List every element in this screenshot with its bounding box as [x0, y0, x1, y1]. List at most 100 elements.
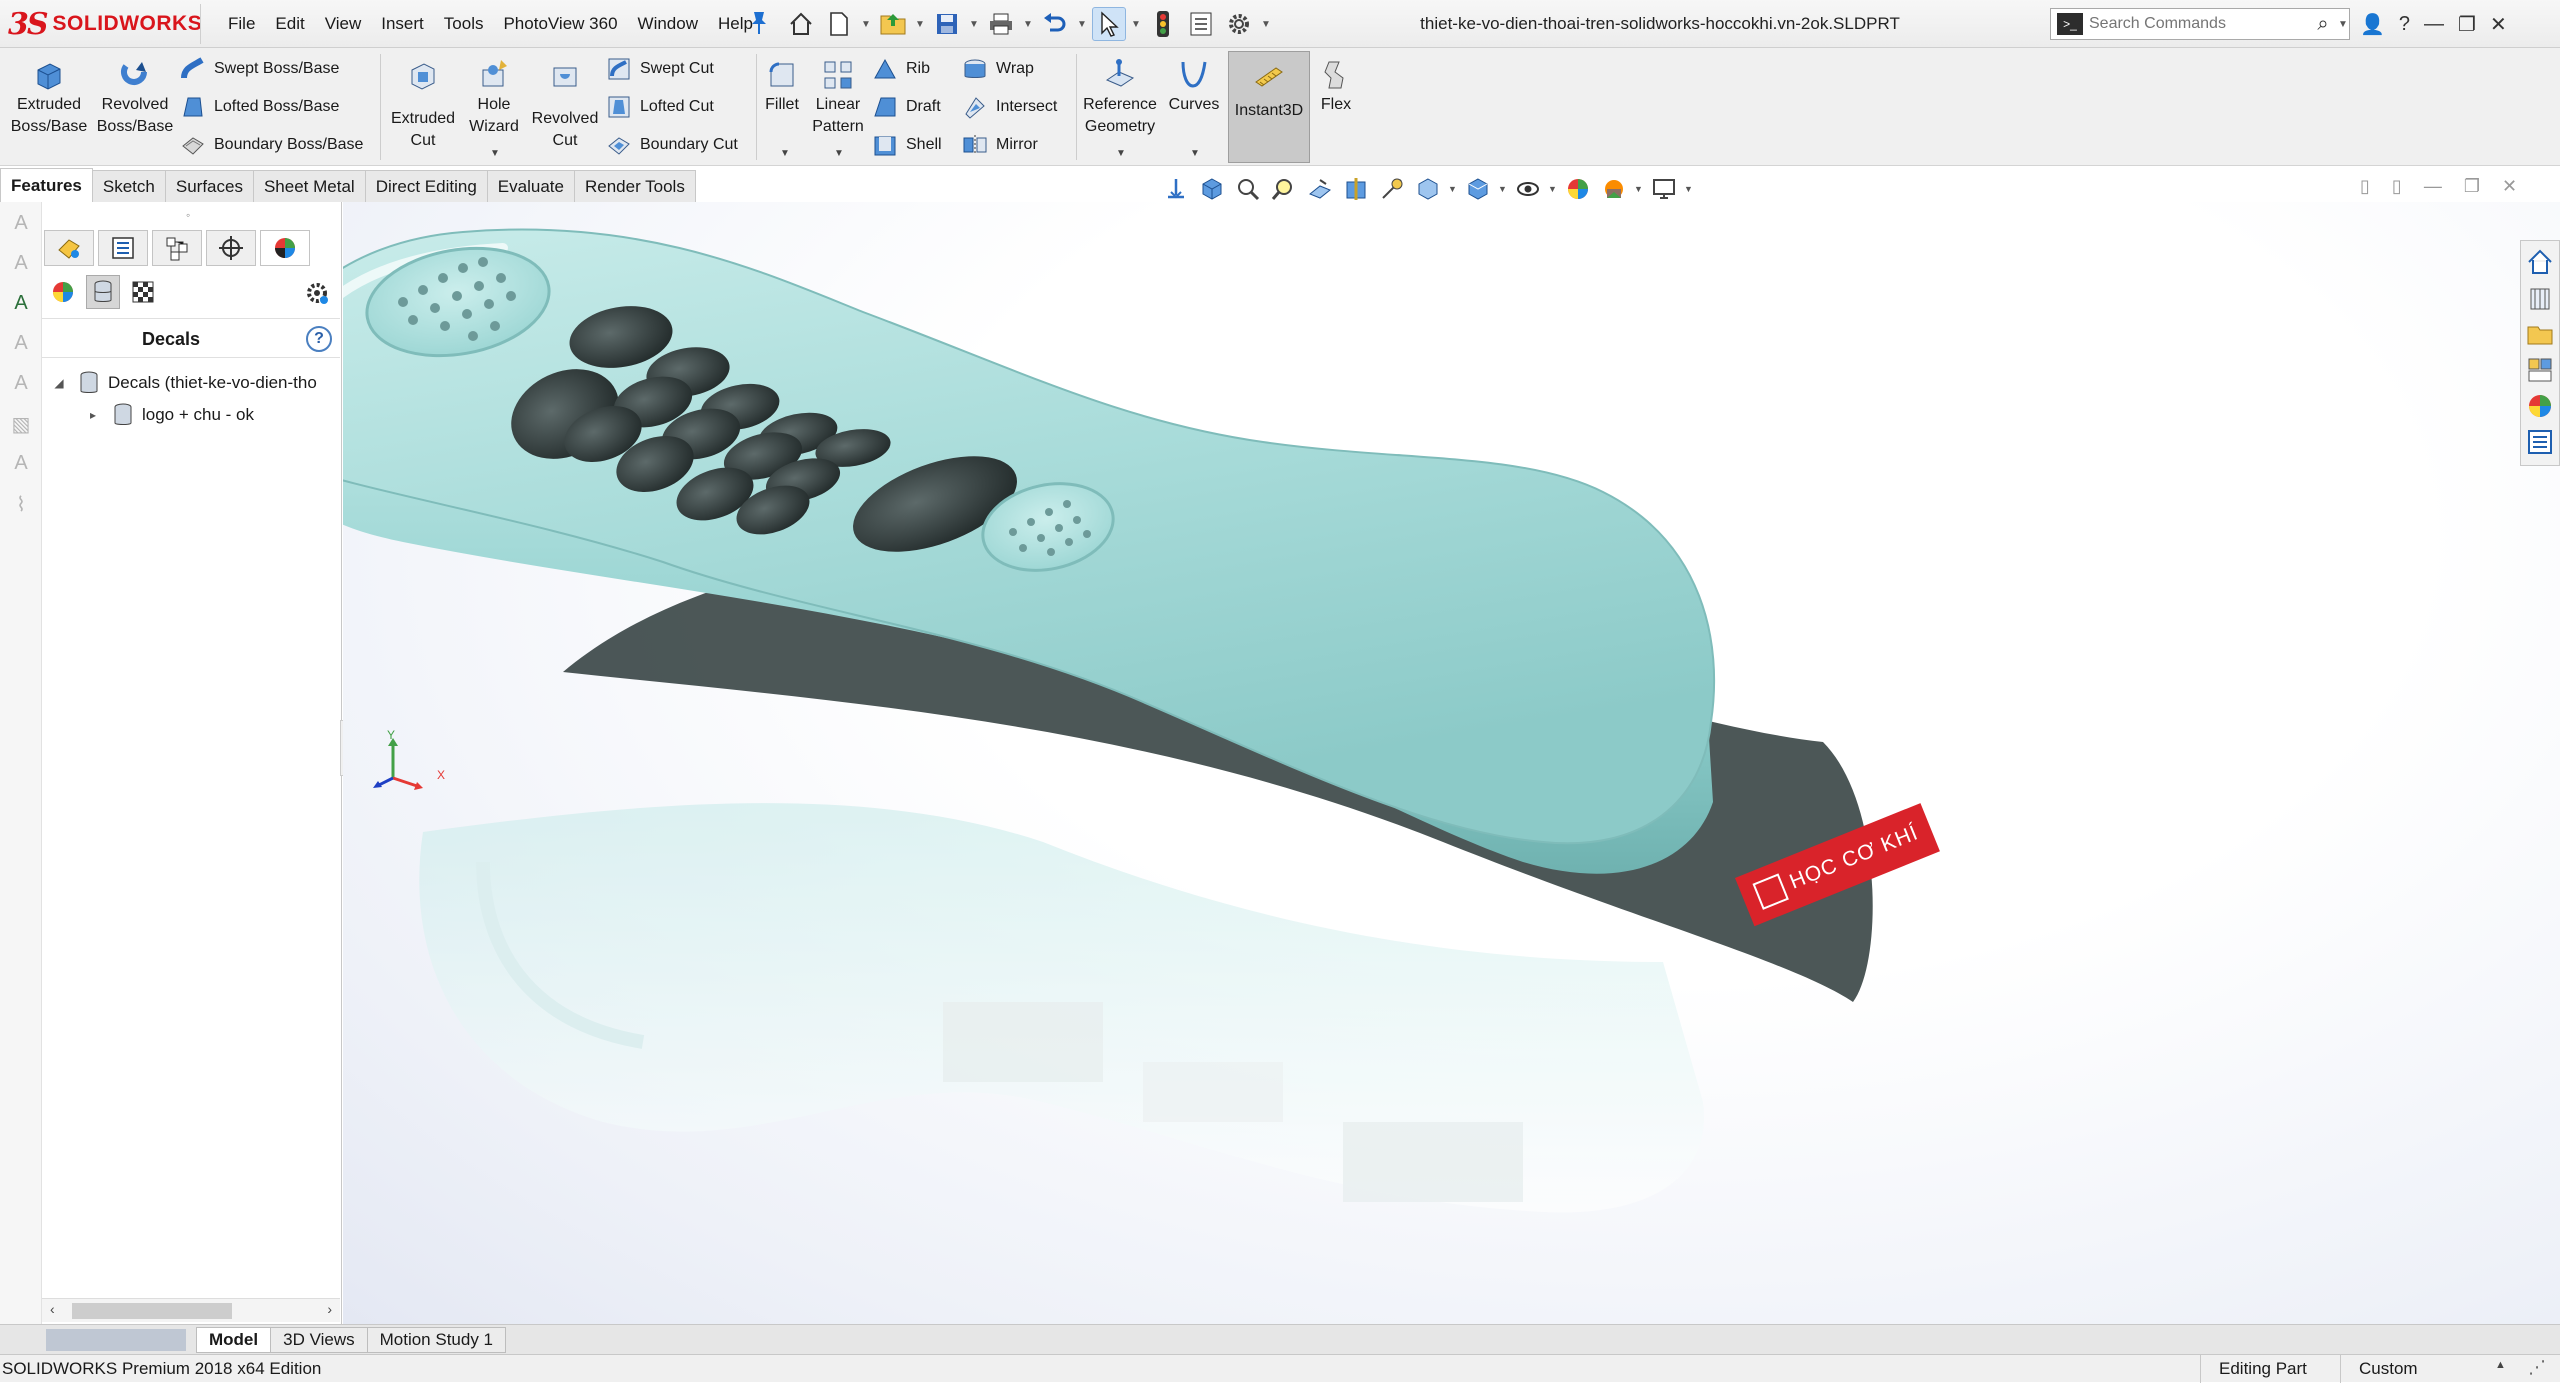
scroll-left-icon[interactable]: ‹ — [50, 1301, 55, 1317]
extruded-boss-button[interactable]: Extruded Boss/Base — [8, 58, 90, 138]
help-button[interactable]: ? — [2399, 13, 2410, 36]
horizontal-scrollbar[interactable]: ‹ › — [42, 1298, 340, 1322]
home-icon[interactable] — [784, 7, 818, 41]
file-properties-icon[interactable] — [1184, 7, 1218, 41]
tab-sheet-metal[interactable]: Sheet Metal — [252, 170, 366, 202]
tab-features[interactable]: Features — [0, 168, 93, 202]
swept-cut-button[interactable]: Swept Cut — [606, 56, 714, 82]
scene-lights-cameras-icon[interactable] — [126, 275, 160, 309]
intersect-button[interactable]: Intersect — [962, 94, 1057, 120]
close-button[interactable]: ✕ — [2490, 12, 2507, 37]
dynamic-annotation-icon[interactable] — [1376, 173, 1408, 205]
menu-tools[interactable]: Tools — [434, 14, 494, 34]
search-input[interactable] — [2089, 15, 2309, 33]
menu-photoview[interactable]: PhotoView 360 — [493, 14, 627, 34]
settings-gear-icon[interactable] — [300, 276, 334, 310]
display-style-icon[interactable] — [1462, 173, 1494, 205]
solidworks-logo[interactable]: 3S SOLIDWORKS — [8, 6, 202, 42]
standard-views-cube-icon[interactable] — [1196, 173, 1228, 205]
file-explorer-icon[interactable] — [2525, 319, 2555, 349]
new-document-icon[interactable] — [822, 7, 856, 41]
chevron-up-icon[interactable]: ▲ — [2495, 1359, 2506, 1371]
chevron-down-icon[interactable]: ▼ — [968, 19, 980, 30]
chevron-down-icon[interactable]: ▼ — [914, 19, 926, 30]
graphics-area[interactable]: HỌC CƠ KHÍ Y X — [343, 202, 2560, 1324]
viewport-right-icon[interactable]: ▯ — [2392, 176, 2402, 197]
chevron-down-icon[interactable]: ▼ — [834, 148, 844, 159]
dimxpert-manager-tab-icon[interactable] — [206, 230, 256, 266]
custom-properties-icon[interactable] — [2525, 427, 2555, 457]
edit-appearance-icon[interactable] — [1562, 173, 1594, 205]
panel-grip-icon[interactable]: ◦ — [186, 208, 190, 222]
menu-insert[interactable]: Insert — [371, 14, 434, 34]
search-commands[interactable]: >_ ⌕ ▼ — [2050, 8, 2350, 40]
reference-geometry-button[interactable]: Reference Geometry — [1080, 58, 1160, 138]
chevron-down-icon[interactable]: ◢ — [48, 376, 70, 390]
wrap-button[interactable]: Wrap — [962, 56, 1034, 82]
chevron-down-icon[interactable]: ▼ — [1116, 148, 1126, 159]
chevron-down-icon[interactable]: ▼ — [1498, 184, 1508, 194]
chevron-down-icon[interactable]: ▼ — [1448, 184, 1458, 194]
design-library-icon[interactable] — [2525, 283, 2555, 313]
chevron-right-icon[interactable]: ▸ — [82, 408, 104, 422]
open-folder-icon[interactable] — [876, 7, 910, 41]
menu-edit[interactable]: Edit — [265, 14, 314, 34]
scrollbar-thumb[interactable] — [72, 1303, 232, 1319]
viewport-restore-icon[interactable]: ❐ — [2464, 176, 2480, 197]
menu-view[interactable]: View — [315, 14, 372, 34]
tree-item-decal[interactable]: ▸ logo + chu - ok — [82, 402, 254, 428]
appearances-icon[interactable] — [46, 275, 80, 309]
units-selector[interactable]: Custom — [2340, 1355, 2520, 1383]
section-view-icon[interactable] — [1340, 173, 1372, 205]
viewport-close-icon[interactable]: ✕ — [2502, 176, 2517, 197]
menu-window[interactable]: Window — [628, 14, 708, 34]
undo-icon[interactable] — [1038, 7, 1072, 41]
rebuild-traffic-light-icon[interactable] — [1146, 7, 1180, 41]
options-gear-icon[interactable] — [1222, 7, 1256, 41]
zoom-area-icon[interactable] — [1268, 173, 1300, 205]
curves-button[interactable]: Curves — [1162, 58, 1226, 116]
hole-wizard-button[interactable]: Hole Wizard — [462, 58, 526, 138]
select-cursor-icon[interactable] — [1092, 7, 1126, 41]
search-icon[interactable]: ⌕ — [2309, 13, 2337, 36]
zoom-to-fit-icon[interactable] — [1232, 173, 1264, 205]
weld-icon[interactable]: A — [6, 452, 36, 482]
minimize-button[interactable]: — — [2424, 13, 2444, 36]
tab-sketch[interactable]: Sketch — [91, 170, 166, 202]
draft-button[interactable]: Draft — [872, 94, 941, 120]
chevron-down-icon[interactable]: ▼ — [1260, 19, 1272, 30]
boundary-boss-button[interactable]: Boundary Boss/Base — [180, 132, 363, 158]
chevron-down-icon[interactable]: ▼ — [1548, 184, 1558, 194]
hatch-icon[interactable]: ⌇ — [6, 492, 36, 522]
note-format-icon[interactable]: A — [6, 332, 36, 362]
appearances-scenes-icon[interactable] — [2525, 391, 2555, 421]
configuration-manager-tab-icon[interactable] — [152, 230, 202, 266]
tab-3d-views[interactable]: 3D Views — [270, 1326, 368, 1353]
chevron-down-icon[interactable]: ▼ — [1130, 19, 1142, 30]
rib-button[interactable]: Rib — [872, 56, 930, 82]
mirror-button[interactable]: Mirror — [962, 132, 1038, 158]
phone-case-model[interactable] — [343, 202, 2560, 1324]
revolved-boss-button[interactable]: Revolved Boss/Base — [94, 58, 176, 138]
chevron-down-icon[interactable]: ▼ — [2337, 19, 2349, 30]
tab-surfaces[interactable]: Surfaces — [164, 170, 254, 202]
help-icon[interactable]: ? — [306, 326, 332, 352]
save-icon[interactable] — [930, 7, 964, 41]
tab-model[interactable]: Model — [196, 1326, 272, 1353]
menu-file[interactable]: File — [218, 14, 265, 34]
user-icon[interactable]: 👤 — [2360, 12, 2385, 37]
balloon-text-icon[interactable]: A — [6, 372, 36, 402]
tab-direct-editing[interactable]: Direct Editing — [364, 170, 488, 202]
chevron-down-icon[interactable]: ▼ — [1022, 19, 1034, 30]
view-orientation-icon[interactable] — [1160, 173, 1192, 205]
boundary-cut-button[interactable]: Boundary Cut — [606, 132, 738, 158]
flex-button[interactable]: Flex — [1312, 58, 1360, 116]
linear-pattern-button[interactable]: Linear Pattern — [808, 58, 868, 138]
lofted-boss-button[interactable]: Lofted Boss/Base — [180, 94, 339, 120]
text-edit-icon[interactable]: A — [6, 252, 36, 282]
viewport-minimize-icon[interactable]: — — [2424, 176, 2442, 197]
apply-scene-icon[interactable] — [1598, 173, 1630, 205]
tab-motion-study[interactable]: Motion Study 1 — [366, 1326, 507, 1353]
feature-manager-tab-icon[interactable] — [44, 230, 94, 266]
tab-navigation-arrows[interactable] — [46, 1328, 186, 1351]
